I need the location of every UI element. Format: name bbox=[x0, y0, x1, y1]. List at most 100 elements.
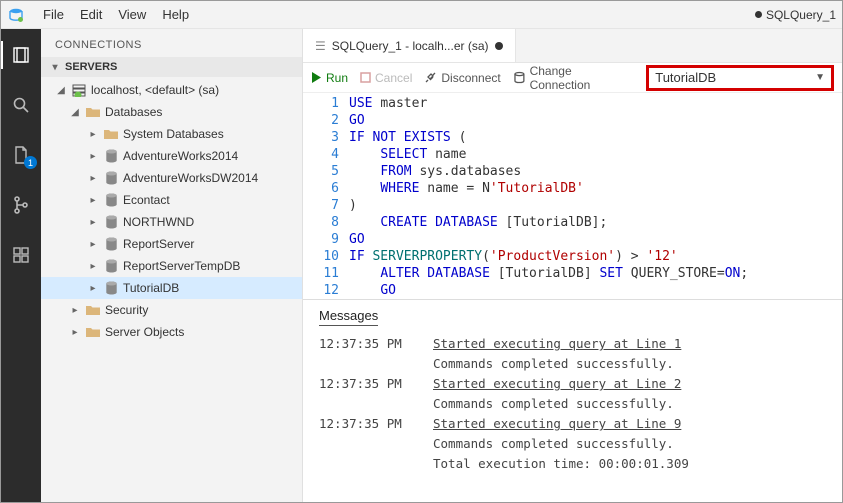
file-icon: ☰ bbox=[315, 39, 326, 53]
activity-servers[interactable] bbox=[1, 39, 41, 71]
database-node[interactable]: ▸ ReportServerTempDB bbox=[41, 255, 302, 277]
servers-section-header[interactable]: ▾ SERVERS bbox=[41, 57, 302, 77]
system-databases-folder[interactable]: ▸ System Databases bbox=[41, 123, 302, 145]
line-gutter: 123456789101112 bbox=[303, 95, 349, 299]
tab-label: SQLQuery_1 - localh...er (sa) bbox=[332, 39, 489, 53]
message-row: Commands completed successfully. bbox=[319, 354, 826, 374]
activity-search[interactable] bbox=[1, 89, 41, 121]
chevron-right-icon: ▸ bbox=[87, 173, 99, 184]
chevron-down-icon: ◢ bbox=[55, 85, 67, 96]
chevron-right-icon: ▸ bbox=[69, 305, 81, 316]
server-node[interactable]: ◢ localhost, <default> (sa) bbox=[41, 79, 302, 101]
menu-edit[interactable]: Edit bbox=[72, 3, 110, 26]
message-timestamp bbox=[319, 434, 409, 454]
server-objects-folder[interactable]: ▸ Server Objects bbox=[41, 321, 302, 343]
chevron-right-icon: ▸ bbox=[87, 129, 99, 140]
database-node[interactable]: ▸ AdventureWorksDW2014 bbox=[41, 167, 302, 189]
activity-explorer[interactable]: 1 bbox=[1, 139, 41, 171]
folder-icon bbox=[103, 126, 119, 142]
code-lines[interactable]: USE masterGOIF NOT EXISTS ( SELECT name … bbox=[349, 95, 842, 299]
databases-folder[interactable]: ◢ Databases bbox=[41, 101, 302, 123]
sidebar: CONNECTIONS ▾ SERVERS ◢ localhost, <defa… bbox=[41, 29, 303, 502]
database-node[interactable]: ▸ AdventureWorks2014 bbox=[41, 145, 302, 167]
message-timestamp bbox=[319, 394, 409, 414]
message-text: Commands completed successfully. bbox=[433, 354, 674, 374]
database-icon bbox=[103, 258, 119, 274]
chevron-right-icon: ▸ bbox=[87, 151, 99, 162]
security-label: Security bbox=[105, 303, 148, 317]
tree-item-label: AdventureWorks2014 bbox=[123, 149, 238, 163]
message-timestamp: 12:37:35 PM bbox=[319, 414, 409, 434]
message-link[interactable]: Started executing query at Line 1 bbox=[433, 334, 681, 354]
tree-item-label: AdventureWorksDW2014 bbox=[123, 171, 258, 185]
database-node[interactable]: ▸NORTHWND bbox=[41, 211, 302, 233]
database-icon bbox=[103, 236, 119, 252]
message-timestamp bbox=[319, 354, 409, 374]
servers-label: SERVERS bbox=[65, 61, 117, 73]
tab-sqlquery1[interactable]: ☰ SQLQuery_1 - localh...er (sa) bbox=[303, 29, 516, 62]
message-text: Commands completed successfully. bbox=[433, 434, 674, 454]
code-editor[interactable]: 123456789101112 USE masterGOIF NOT EXIST… bbox=[303, 93, 842, 299]
chevron-down-icon: ▾ bbox=[49, 62, 61, 73]
cancel-label: Cancel bbox=[375, 71, 412, 85]
database-node[interactable]: ▸ ReportServer bbox=[41, 233, 302, 255]
database-dropdown[interactable]: TutorialDB ▼ bbox=[646, 65, 834, 91]
message-row: 12:37:35 PM Started executing query at Li… bbox=[319, 414, 826, 434]
messages-title: Messages bbox=[319, 308, 378, 326]
server-label: localhost, <default> (sa) bbox=[91, 83, 219, 97]
tree-item-label: ReportServer bbox=[123, 237, 194, 251]
dirty-dot-icon bbox=[755, 11, 762, 18]
disconnect-button[interactable]: Disconnect bbox=[424, 71, 500, 85]
database-icon bbox=[103, 192, 119, 208]
message-text: Total execution time: 00:00:01.309 bbox=[433, 454, 689, 474]
database-icon bbox=[103, 214, 119, 230]
run-button[interactable]: Run bbox=[311, 71, 348, 85]
tab-dirty-dot-icon[interactable] bbox=[495, 42, 503, 50]
menubar: File Edit View Help SQLQuery_1 bbox=[1, 1, 842, 29]
activity-source-control[interactable] bbox=[1, 189, 41, 221]
tree-item-label: ReportServerTempDB bbox=[123, 259, 240, 273]
message-link[interactable]: Started executing query at Line 2 bbox=[433, 374, 681, 394]
sidebar-title: CONNECTIONS bbox=[41, 29, 302, 57]
folder-icon bbox=[85, 302, 101, 318]
message-timestamp: 12:37:35 PM bbox=[319, 334, 409, 354]
tree-item-label: System Databases bbox=[123, 127, 224, 141]
chevron-right-icon: ▸ bbox=[87, 261, 99, 272]
menu-file[interactable]: File bbox=[35, 3, 72, 26]
current-file-indicator: SQLQuery_1 bbox=[755, 8, 836, 22]
menu-view[interactable]: View bbox=[110, 3, 154, 26]
message-timestamp bbox=[319, 454, 409, 474]
messages-panel: Messages 12:37:35 PM Started executing qu… bbox=[303, 299, 842, 502]
chevron-right-icon: ▸ bbox=[69, 327, 81, 338]
activity-bar: 1 bbox=[1, 29, 41, 502]
database-dropdown-value: TutorialDB bbox=[655, 70, 716, 85]
message-timestamp: 12:37:35 PM bbox=[319, 374, 409, 394]
change-connection-button[interactable]: Change Connection bbox=[513, 64, 634, 92]
change-connection-label: Change Connection bbox=[530, 64, 635, 92]
chevron-right-icon: ▸ bbox=[87, 239, 99, 250]
database-node[interactable]: ▸TutorialDB bbox=[41, 277, 302, 299]
database-icon bbox=[103, 148, 119, 164]
databases-label: Databases bbox=[105, 105, 162, 119]
message-row: Total execution time: 00:00:01.309 bbox=[319, 454, 826, 474]
message-link[interactable]: Started executing query at Line 9 bbox=[433, 414, 681, 434]
activity-extensions[interactable] bbox=[1, 239, 41, 271]
database-node[interactable]: ▸Econtact bbox=[41, 189, 302, 211]
app-logo-icon bbox=[7, 6, 25, 24]
message-row: 12:37:35 PM Started executing query at Li… bbox=[319, 334, 826, 354]
run-label: Run bbox=[326, 71, 348, 85]
folder-icon bbox=[85, 104, 101, 120]
message-row: 12:37:35 PM Started executing query at Li… bbox=[319, 374, 826, 394]
chevron-down-icon: ◢ bbox=[69, 107, 81, 118]
database-icon bbox=[103, 170, 119, 186]
server-icon bbox=[71, 82, 87, 98]
editor-area: ☰ SQLQuery_1 - localh...er (sa) Run Canc… bbox=[303, 29, 842, 502]
security-folder[interactable]: ▸ Security bbox=[41, 299, 302, 321]
server-objects-label: Server Objects bbox=[105, 325, 184, 339]
message-row: Commands completed successfully. bbox=[319, 394, 826, 414]
messages-list: 12:37:35 PM Started executing query at Li… bbox=[319, 334, 826, 474]
message-text: Commands completed successfully. bbox=[433, 394, 674, 414]
menu-help[interactable]: Help bbox=[154, 3, 197, 26]
database-icon bbox=[103, 280, 119, 296]
current-file-label: SQLQuery_1 bbox=[766, 8, 836, 22]
